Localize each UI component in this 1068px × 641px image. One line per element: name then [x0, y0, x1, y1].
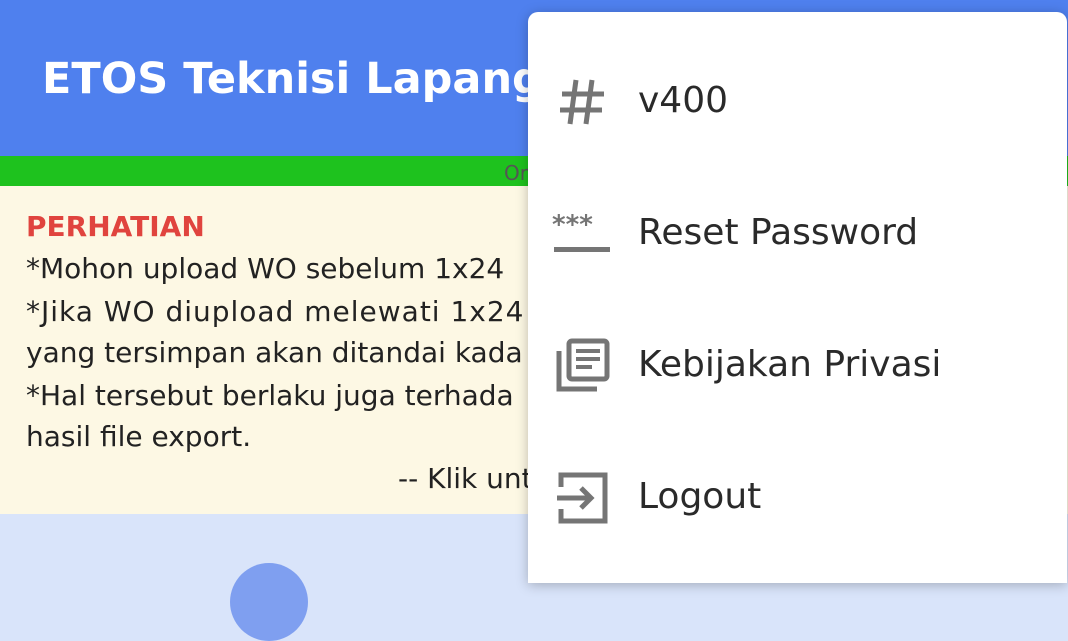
- menu-item-version[interactable]: v400: [528, 36, 1067, 168]
- logout-icon: [550, 466, 614, 530]
- hash-icon: [550, 70, 614, 134]
- status-text: Or: [504, 161, 528, 185]
- notice-read-more-link[interactable]: -- Klik unt: [398, 462, 533, 495]
- app-title: ETOS Teknisi Lapangan: [42, 54, 603, 104]
- notice-line: yang tersimpan akan ditandai kada: [26, 336, 523, 369]
- library-books-icon: [550, 334, 614, 398]
- password-icon: ***: [550, 202, 614, 266]
- svg-text:***: ***: [552, 210, 593, 240]
- notice-line: *Jika WO diupload melewati 1x24: [26, 295, 525, 328]
- menu-item-label: Kebijakan Privasi: [638, 344, 942, 385]
- menu-item-label: Logout: [638, 476, 762, 517]
- notice-heading: PERHATIAN: [26, 210, 205, 243]
- menu-item-privacy-policy[interactable]: Kebijakan Privasi: [528, 300, 1067, 432]
- menu-item-reset-password[interactable]: *** Reset Password: [528, 168, 1067, 300]
- floating-action-button[interactable]: [230, 563, 308, 641]
- notice-line: hasil file export.: [26, 420, 252, 453]
- menu-item-logout[interactable]: Logout: [528, 432, 1067, 564]
- overflow-menu: v400 *** Reset Password Kebijakan Privas…: [528, 12, 1067, 583]
- menu-item-label: Reset Password: [638, 212, 919, 253]
- notice-line: *Hal tersebut berlaku juga terhada: [26, 379, 514, 412]
- notice-line: *Mohon upload WO sebelum 1x24: [26, 252, 505, 285]
- menu-item-label: v400: [638, 80, 729, 121]
